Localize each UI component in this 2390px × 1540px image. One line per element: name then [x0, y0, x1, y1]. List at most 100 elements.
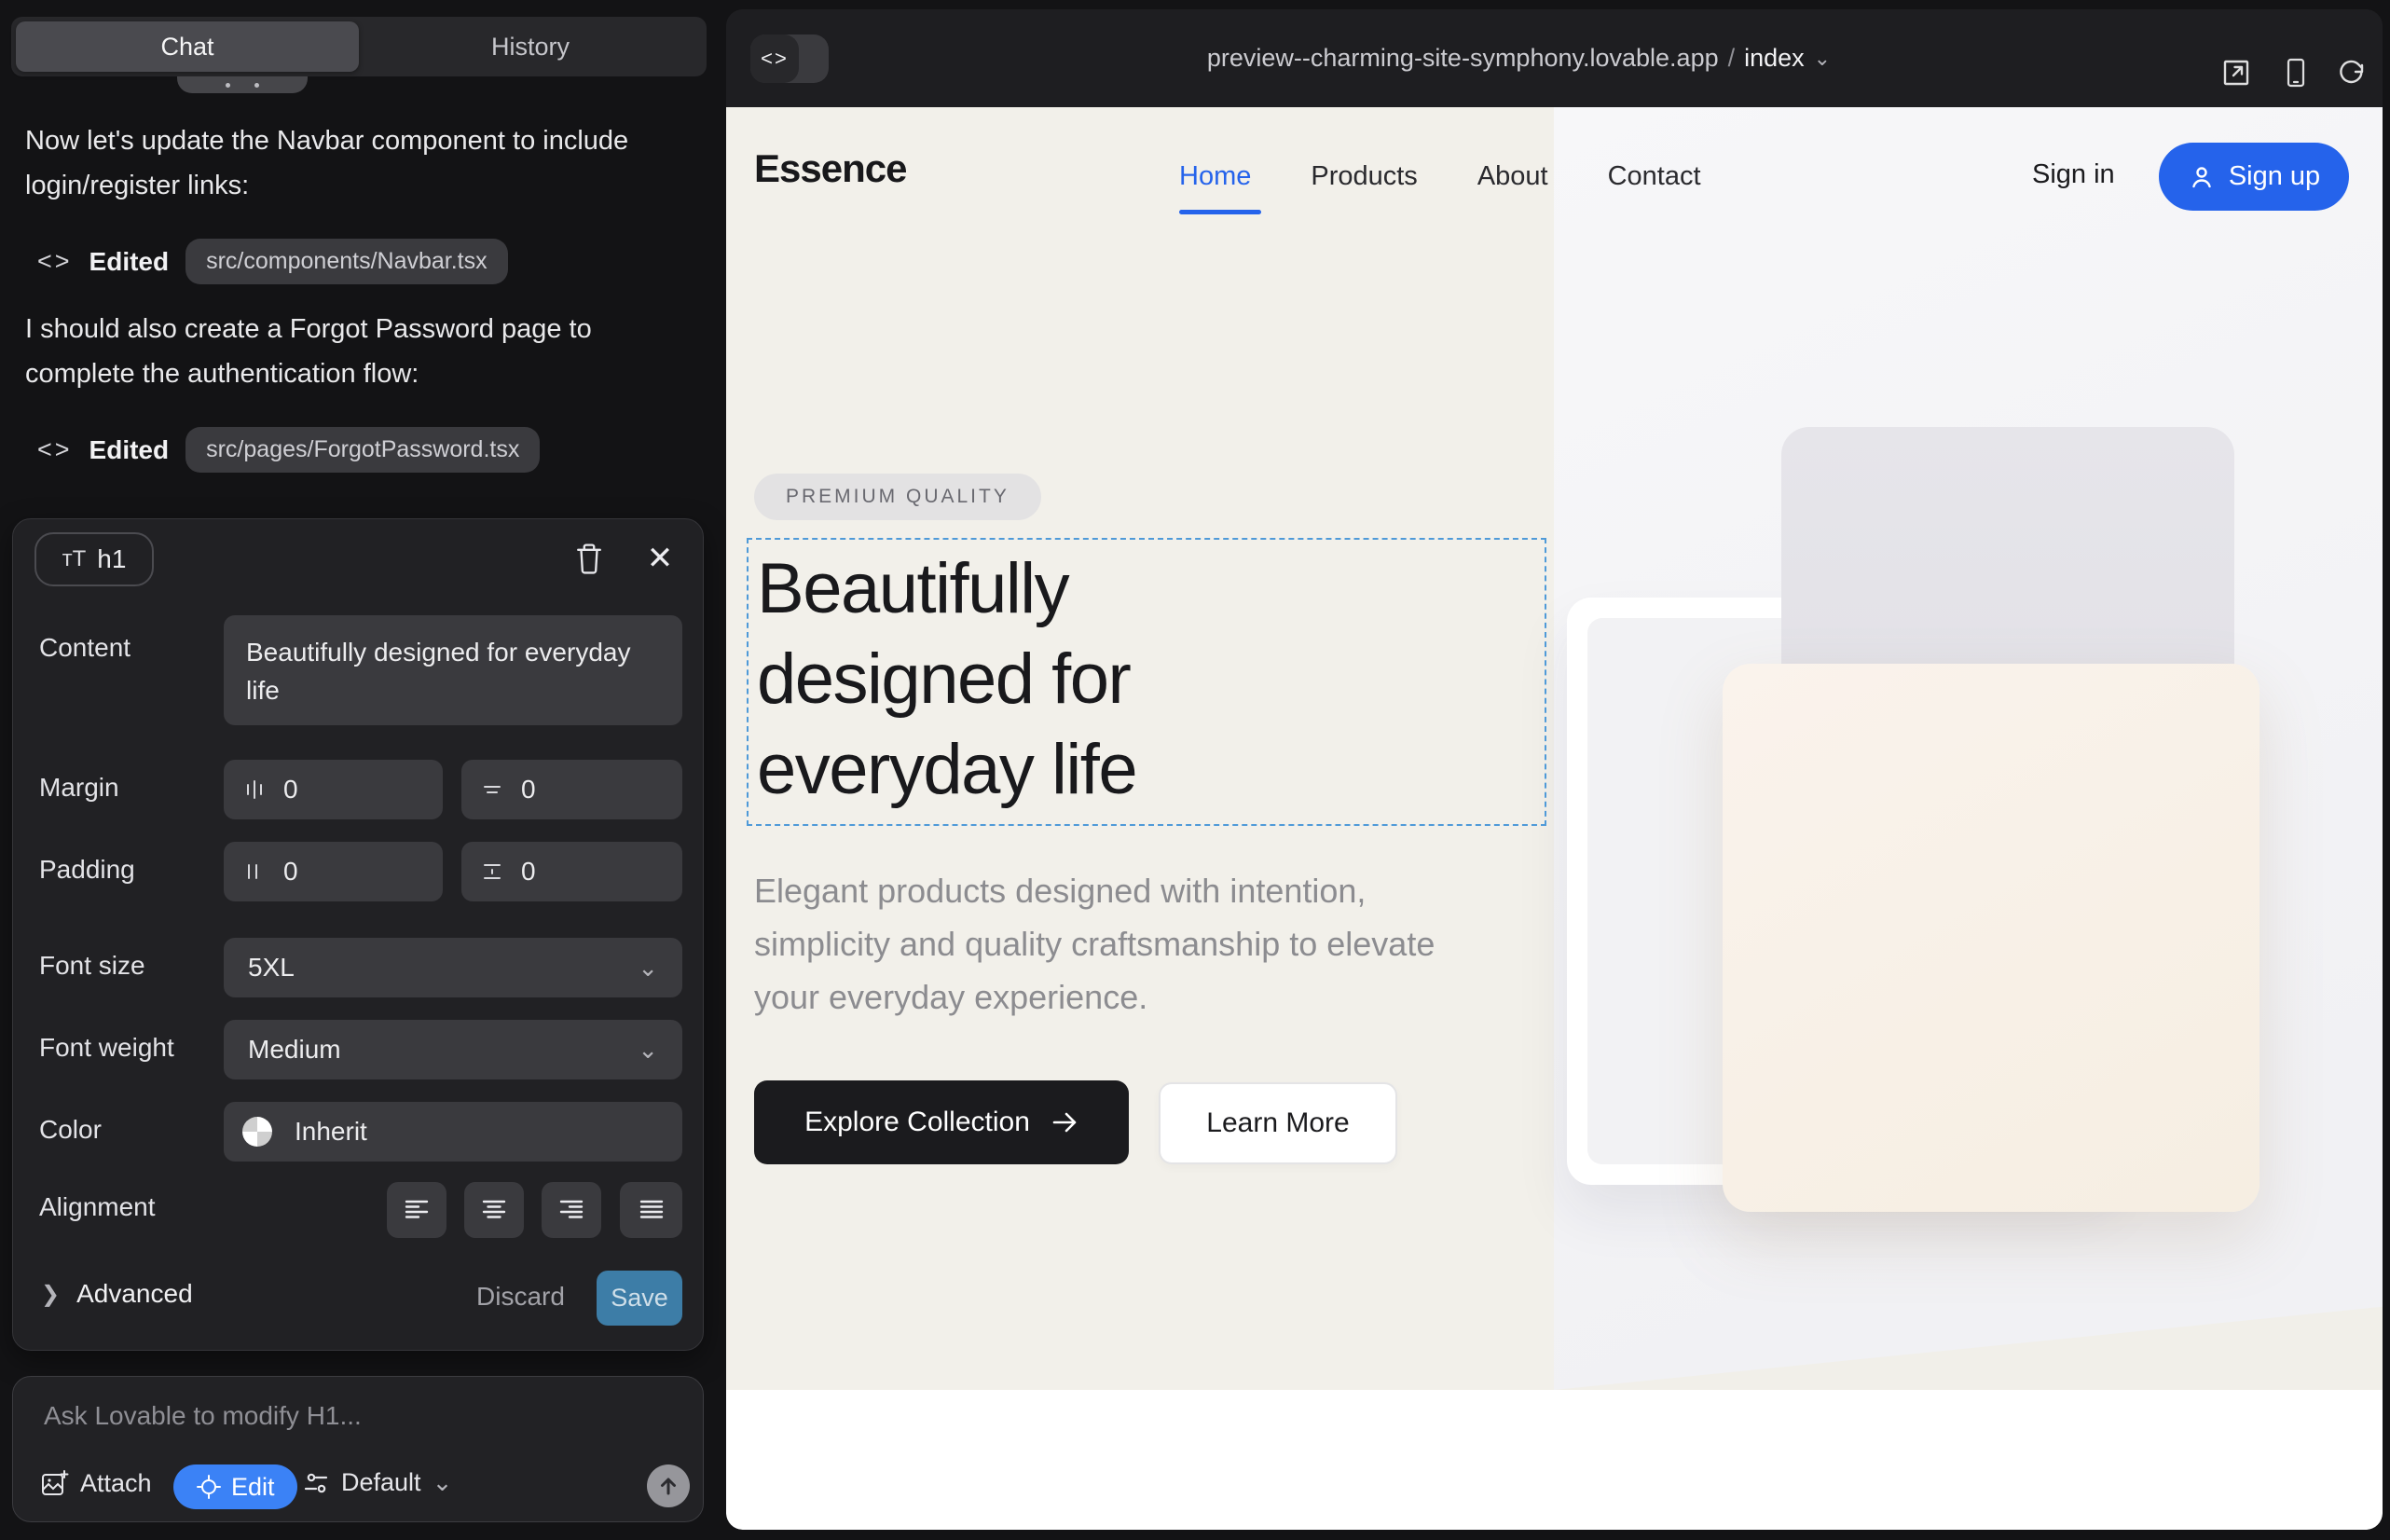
alignment-label: Alignment [39, 1192, 156, 1222]
align-right-button[interactable] [542, 1182, 601, 1238]
arrow-up-icon [657, 1475, 680, 1497]
default-label: Default [341, 1468, 421, 1497]
sign-up-button[interactable]: Sign up [2159, 143, 2349, 211]
align-center-button[interactable] [464, 1182, 524, 1238]
typography-icon: тT [62, 546, 87, 572]
font-weight-select[interactable]: Medium ⌄ [224, 1020, 682, 1079]
selected-element-tag: тT h1 [34, 532, 154, 586]
font-size-select[interactable]: 5XL ⌄ [224, 938, 682, 997]
padding-label: Padding [39, 855, 135, 885]
margin-vertical-value: 0 [521, 775, 536, 804]
padding-vertical-value: 0 [521, 857, 536, 887]
advanced-toggle[interactable]: ❯ Advanced [41, 1279, 193, 1309]
nav-link-about[interactable]: About [1477, 161, 1548, 192]
url-bar[interactable]: preview--charming-site-symphony.lovable.… [726, 9, 2347, 107]
padding-horizontal-input[interactable]: 0 [224, 842, 443, 901]
refresh-button[interactable] [2331, 52, 2372, 93]
send-button[interactable] [647, 1464, 690, 1507]
file-chip[interactable]: src/pages/ForgotPassword.tsx [185, 427, 540, 473]
code-icon: <> [37, 247, 73, 276]
sign-up-label: Sign up [2229, 161, 2320, 192]
font-weight-value: Medium [248, 1035, 341, 1065]
hero-card-beige [1723, 664, 2260, 1212]
mobile-icon [2282, 57, 2310, 89]
target-icon [196, 1474, 222, 1500]
sliders-icon [302, 1469, 330, 1497]
padding-horizontal-value: 0 [283, 857, 298, 887]
align-left-icon [403, 1197, 431, 1223]
color-swatch [242, 1117, 272, 1147]
refresh-icon [2337, 58, 2367, 88]
delete-element-button[interactable] [569, 538, 610, 579]
padding-vertical-input[interactable]: 0 [461, 842, 682, 901]
code-icon: <> [37, 435, 73, 464]
hero-background-wedge [1554, 1301, 2383, 1390]
explore-collection-button[interactable]: Explore Collection [754, 1080, 1129, 1164]
url-domain: preview--charming-site-symphony.lovable.… [1207, 44, 1719, 73]
learn-more-button[interactable]: Learn More [1159, 1082, 1397, 1164]
font-size-label: Font size [39, 951, 145, 981]
site-nav: Home Products About Contact [1179, 161, 1701, 192]
explore-collection-label: Explore Collection [804, 1107, 1030, 1138]
external-link-icon [2220, 57, 2252, 89]
lovable-app: Chat History Now let's update the Navbar… [0, 0, 2390, 1540]
active-nav-underline [1179, 210, 1261, 214]
margin-horizontal-input[interactable]: 0 [224, 760, 443, 819]
attach-button[interactable]: Attach [39, 1468, 152, 1498]
edited-file-row[interactable]: <> Edited src/pages/ForgotPassword.tsx [37, 427, 540, 473]
open-external-button[interactable] [2216, 52, 2257, 93]
default-mode-button[interactable]: Default ⌄ [302, 1468, 452, 1497]
edit-mode-button[interactable]: Edit [173, 1464, 297, 1509]
discard-button[interactable]: Discard [476, 1282, 565, 1312]
content-input[interactable]: Beautifully designed for everyday life [224, 615, 682, 725]
margin-vertical-icon [480, 777, 504, 802]
chat-message: I should also create a Forgot Password p… [25, 308, 687, 397]
edited-label: Edited [89, 247, 170, 277]
hero-paragraph: Elegant products designed with intention… [754, 864, 1500, 1024]
content-label: Content [39, 633, 130, 663]
url-path: index [1744, 44, 1805, 73]
clipped-file-chip [177, 76, 308, 93]
color-value: Inherit [295, 1117, 367, 1147]
site-canvas: Essence Home Products About Contact Sign… [726, 107, 2383, 1530]
margin-horizontal-value: 0 [283, 775, 298, 804]
composer-input[interactable]: Ask Lovable to modify H1... [44, 1401, 362, 1431]
chevron-right-icon: ❯ [41, 1281, 60, 1308]
element-editor-panel: тT h1 ✕ Content Beautifully designed for… [12, 518, 704, 1351]
site-logo[interactable]: Essence [754, 146, 906, 191]
learn-more-label: Learn More [1206, 1107, 1349, 1139]
nav-link-products[interactable]: Products [1311, 161, 1417, 192]
user-icon [2188, 163, 2216, 191]
color-label: Color [39, 1115, 102, 1145]
arrow-right-icon [1051, 1110, 1078, 1134]
prompt-composer[interactable]: Ask Lovable to modify H1... Attach Edit [12, 1376, 704, 1522]
font-size-value: 5XL [248, 953, 295, 983]
chevron-down-icon: ⌄ [638, 954, 658, 983]
padding-horizontal-icon [242, 859, 267, 884]
chat-message: Now let's update the Navbar component to… [25, 119, 678, 209]
mobile-view-button[interactable] [2275, 52, 2316, 93]
align-justify-button[interactable] [620, 1182, 682, 1238]
edit-label: Edit [231, 1473, 275, 1502]
nav-link-contact[interactable]: Contact [1608, 161, 1701, 192]
preview-toolbar: <> preview--charming-site-symphony.lovab… [726, 9, 2383, 107]
tab-history[interactable]: History [359, 21, 702, 72]
url-separator: / [1728, 44, 1736, 73]
edited-label: Edited [89, 435, 170, 465]
file-chip[interactable]: src/components/Navbar.tsx [185, 239, 508, 284]
advanced-label: Advanced [76, 1279, 193, 1309]
sign-in-link[interactable]: Sign in [2032, 159, 2115, 190]
edited-file-row[interactable]: <> Edited src/components/Navbar.tsx [37, 239, 508, 284]
preview-pane: <> preview--charming-site-symphony.lovab… [726, 9, 2383, 1530]
align-left-button[interactable] [387, 1182, 446, 1238]
chevron-down-icon: ⌄ [1814, 47, 1831, 71]
tab-chat[interactable]: Chat [16, 21, 359, 72]
close-icon: ✕ [647, 543, 674, 574]
margin-vertical-input[interactable]: 0 [461, 760, 682, 819]
close-panel-button[interactable]: ✕ [639, 538, 680, 579]
nav-link-home[interactable]: Home [1179, 161, 1251, 192]
color-select[interactable]: Inherit [224, 1102, 682, 1162]
save-button[interactable]: Save [597, 1271, 682, 1326]
hero-heading[interactable]: Beautifully designed for everyday life [757, 543, 1316, 815]
attach-image-icon [39, 1468, 69, 1498]
